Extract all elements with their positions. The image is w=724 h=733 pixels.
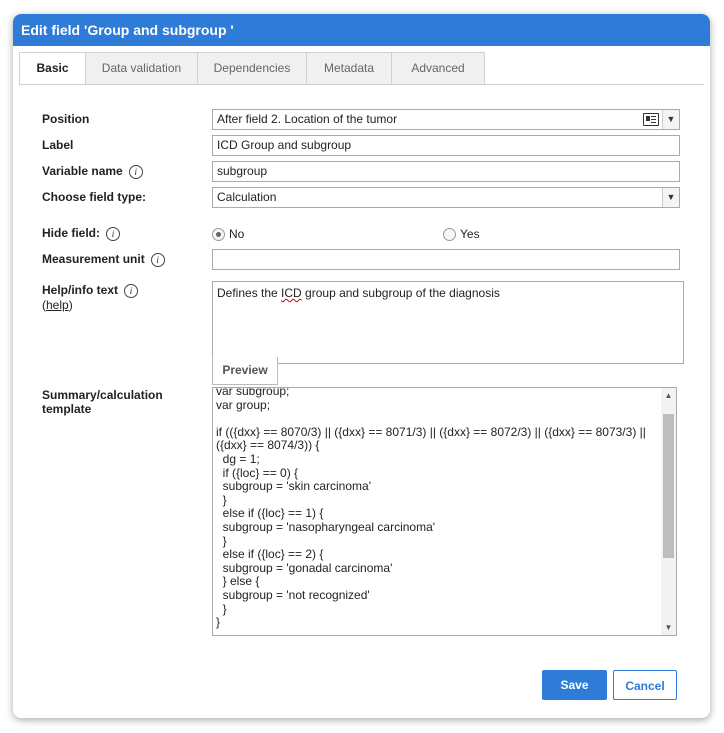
hide-field-text: Hide field: xyxy=(42,226,101,240)
label-input[interactable] xyxy=(212,135,680,156)
measurement-unit-field[interactable] xyxy=(217,252,679,266)
label-label: Label xyxy=(42,138,74,152)
variable-name-label: Variable name i xyxy=(42,164,143,179)
tab-divider xyxy=(19,84,704,85)
help-text-misspelled: ICD xyxy=(281,286,302,300)
help-info-label: Help/info text i (help) xyxy=(42,283,139,312)
position-value: After field 2. Location of the tumor xyxy=(217,112,398,126)
hide-no-radio[interactable] xyxy=(212,228,225,241)
field-type-select[interactable]: Calculation ▼ xyxy=(212,187,680,208)
help-paren-close: ) xyxy=(68,297,73,312)
help-link-wrap: (help) xyxy=(42,298,138,312)
scroll-thumb[interactable] xyxy=(663,414,674,558)
template-code: var subgroup; var group; if (({dxx} == 8… xyxy=(216,387,646,630)
variable-name-field[interactable] xyxy=(217,164,679,178)
info-icon[interactable]: i xyxy=(128,164,143,179)
position-label: Position xyxy=(42,112,90,126)
info-icon[interactable]: i xyxy=(106,226,121,241)
dialog-title: Edit field 'Group and subgroup ' xyxy=(13,14,710,46)
contact-card-icon[interactable] xyxy=(643,113,659,126)
tab-advanced[interactable]: Advanced xyxy=(391,52,485,85)
position-select[interactable]: After field 2. Location of the tumor ▼ xyxy=(212,109,680,130)
label-input-field[interactable] xyxy=(217,138,679,152)
variable-name-text: Variable name xyxy=(42,164,123,178)
edit-field-dialog: Edit field 'Group and subgroup ' Basic D… xyxy=(13,14,710,718)
save-button[interactable]: Save xyxy=(542,670,607,700)
scroll-down-icon[interactable]: ▼ xyxy=(661,620,676,635)
preview-button[interactable]: Preview xyxy=(212,357,278,385)
help-info-text: Help/info text xyxy=(42,283,119,297)
tab-basic[interactable]: Basic xyxy=(19,52,86,86)
field-type-label: Choose field type: xyxy=(42,190,147,204)
scroll-up-icon[interactable]: ▲ xyxy=(661,388,676,403)
tab-data-validation[interactable]: Data validation xyxy=(85,52,198,85)
chevron-down-icon[interactable]: ▼ xyxy=(662,188,679,207)
variable-name-input[interactable] xyxy=(212,161,680,182)
info-icon[interactable]: i xyxy=(150,252,165,267)
cancel-button[interactable]: Cancel xyxy=(613,670,677,700)
vertical-scrollbar[interactable]: ▲ ▼ xyxy=(661,388,676,635)
chevron-down-icon[interactable]: ▼ xyxy=(662,110,679,129)
help-link[interactable]: help xyxy=(46,298,69,312)
template-code-editor[interactable]: var subgroup; var group; if (({dxx} == 8… xyxy=(212,387,677,636)
hide-field-label: Hide field: i xyxy=(42,226,121,241)
measurement-unit-label: Measurement unit i xyxy=(42,252,165,267)
hide-no-label[interactable]: No xyxy=(229,227,244,241)
help-text-part: group and subgroup of the diagnosis xyxy=(301,286,500,300)
tab-metadata[interactable]: Metadata xyxy=(306,52,392,85)
info-icon[interactable]: i xyxy=(124,283,139,298)
help-info-textarea[interactable]: Defines the ICD group and subgroup of th… xyxy=(212,281,684,364)
field-type-value: Calculation xyxy=(217,190,277,204)
help-text-part: Defines the xyxy=(217,286,282,300)
template-label: Summary/calculation template xyxy=(42,388,163,416)
measurement-unit-input[interactable] xyxy=(212,249,680,270)
hide-yes-radio[interactable] xyxy=(443,228,456,241)
hide-yes-label[interactable]: Yes xyxy=(460,227,480,241)
tab-dependencies[interactable]: Dependencies xyxy=(197,52,307,85)
measurement-unit-text: Measurement unit xyxy=(42,252,145,266)
